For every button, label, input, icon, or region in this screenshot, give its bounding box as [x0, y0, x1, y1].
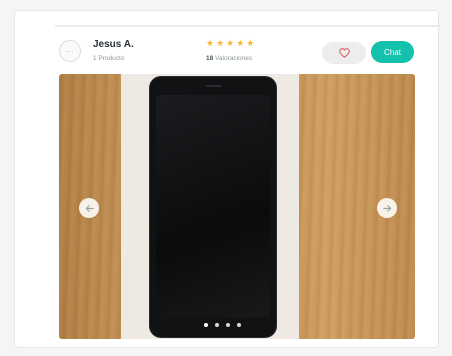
carousel-next-button[interactable] [377, 198, 397, 218]
carousel-dot[interactable] [204, 323, 208, 327]
carousel-dot[interactable] [237, 323, 241, 327]
phone-speaker [206, 85, 222, 87]
product-card: ··· Jesus A. 1 Producto ★★★★★ 18 Valorac… [14, 10, 440, 348]
user-icon: ··· [66, 46, 74, 56]
ratings-count: 18 [206, 55, 214, 62]
ratings-label: Valoraciones [215, 55, 253, 62]
phone-screen [156, 95, 270, 317]
seller-name[interactable]: Jesus A. [93, 39, 134, 50]
carousel-dot[interactable] [215, 323, 219, 327]
product-photo-phone [149, 76, 277, 338]
divider [55, 25, 440, 27]
seller-header: ··· Jesus A. 1 Producto ★★★★★ 18 Valorac… [55, 38, 440, 78]
ratings-summary: 18 Valoraciones [206, 55, 252, 62]
rating-stars: ★★★★★ [206, 38, 257, 48]
seller-avatar[interactable]: ··· [59, 40, 81, 62]
image-carousel[interactable] [59, 74, 415, 339]
chat-button[interactable]: Chat [371, 41, 414, 63]
carousel-dots [204, 323, 241, 327]
arrow-left-icon [85, 204, 94, 212]
carousel-prev-button[interactable] [79, 198, 99, 218]
arrow-right-icon [382, 204, 391, 212]
favorite-button[interactable] [322, 42, 366, 64]
seller-product-count: 1 Producto [93, 55, 125, 62]
carousel-dot[interactable] [226, 323, 230, 327]
heart-icon [338, 48, 350, 58]
